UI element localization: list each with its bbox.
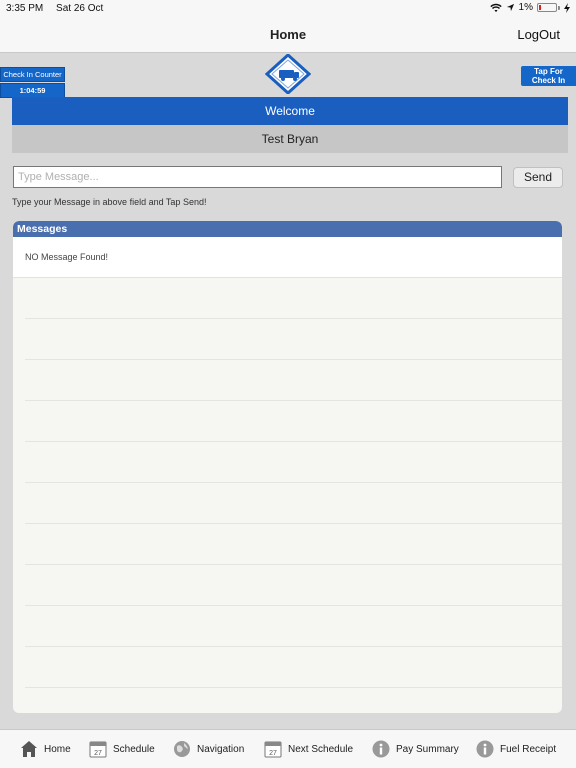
empty-list-row [25, 278, 562, 319]
nav-bar: Home LogOut [0, 18, 576, 53]
tab-home[interactable]: Home [20, 740, 71, 758]
empty-list-row [25, 524, 562, 565]
tab-navigation-label: Navigation [197, 743, 245, 755]
welcome-banner: Welcome [12, 97, 568, 125]
tab-schedule-label: Schedule [113, 743, 155, 755]
status-left: 3:35 PM Sat 26 Oct [6, 3, 113, 14]
tab-next-schedule[interactable]: 27 Next Schedule [264, 740, 353, 758]
check-in-counter-time: 1:04:59 [0, 83, 65, 98]
tap-for-check-in-button[interactable]: Tap For Check In [521, 66, 576, 86]
home-icon [21, 741, 37, 757]
empty-list-row [25, 360, 562, 401]
tap-check-in-line1: Tap For [534, 67, 563, 76]
message-input[interactable] [13, 166, 502, 188]
calendar-icon: 27 [264, 741, 282, 758]
empty-list-row [25, 606, 562, 647]
company-logo [265, 54, 311, 94]
tab-bar: Home 27 Schedule Navigation 27 Next Sche… [0, 729, 576, 768]
empty-list-row [25, 647, 562, 688]
tab-home-label: Home [44, 743, 71, 755]
svg-text:27: 27 [269, 750, 277, 757]
tap-check-in-line2: Check In [531, 76, 566, 85]
battery-percent: 1% [518, 2, 533, 13]
tab-navigation[interactable]: Navigation [173, 740, 244, 758]
page-title: Home [269, 27, 307, 42]
location-arrow-icon [506, 3, 514, 12]
user-name-banner: Test Bryan [12, 125, 568, 153]
empty-list-row [25, 442, 562, 483]
message-hint: Type your Message in above field and Tap… [12, 197, 207, 207]
tab-fuel-receipt[interactable]: Fuel Receipt [476, 740, 556, 758]
status-time: 3:35 PM [6, 3, 44, 14]
globe-icon [174, 741, 190, 757]
empty-list-row [25, 483, 562, 524]
no-message-row: NO Message Found! [13, 237, 562, 278]
empty-list-row [25, 319, 562, 360]
svg-text:27: 27 [94, 750, 102, 757]
messages-panel[interactable]: Messages NO Message Found! [13, 221, 562, 713]
empty-list-row [25, 688, 562, 713]
empty-list-row [25, 565, 562, 606]
tab-pay-summary-label: Pay Summary [396, 743, 459, 755]
info-icon [476, 740, 494, 758]
check-in-counter: Check In Counter 1:04:59 [0, 67, 65, 98]
tab-fuel-receipt-label: Fuel Receipt [500, 743, 557, 755]
logout-button[interactable]: LogOut [517, 27, 560, 42]
tab-pay-summary[interactable]: Pay Summary [372, 740, 459, 758]
charging-icon [564, 2, 570, 13]
status-bar: 3:35 PM Sat 26 Oct 1% [0, 0, 576, 18]
wifi-icon [489, 3, 502, 12]
status-right: 1% [489, 2, 570, 13]
battery-tip [558, 5, 560, 10]
info-icon [372, 740, 390, 758]
tab-next-schedule-label: Next Schedule [288, 743, 354, 755]
battery-icon [537, 3, 557, 12]
tab-schedule[interactable]: 27 Schedule [89, 740, 155, 758]
messages-header: Messages [13, 221, 562, 237]
check-in-counter-label: Check In Counter [0, 67, 65, 82]
empty-list-row [25, 401, 562, 442]
status-date: Sat 26 Oct [56, 3, 104, 14]
calendar-icon: 27 [89, 741, 107, 758]
send-button[interactable]: Send [513, 167, 563, 188]
